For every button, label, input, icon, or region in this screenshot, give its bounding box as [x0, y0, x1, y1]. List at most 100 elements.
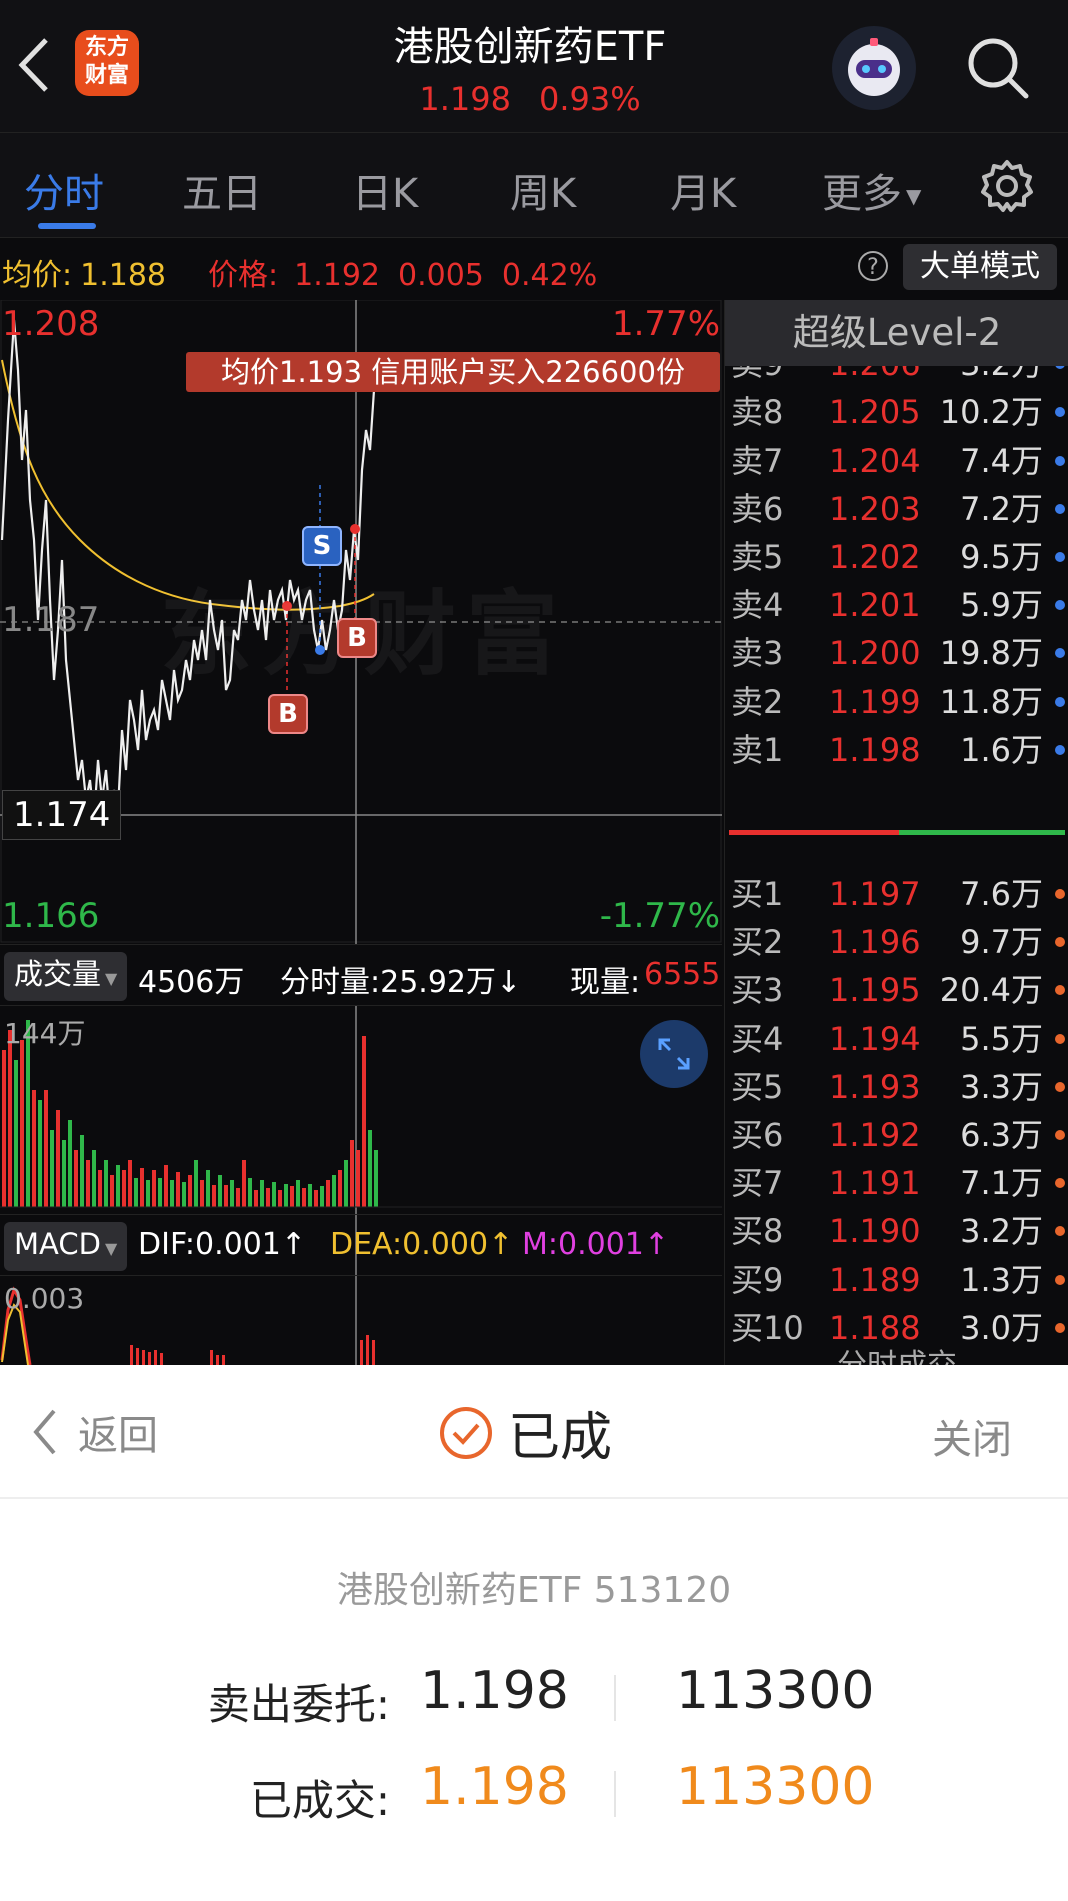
order-dot-icon	[1055, 407, 1065, 418]
bids-row[interactable]: 买4 1.194 5.5万	[725, 1015, 1068, 1063]
sheet-header: 返回 已成 关闭	[0, 1365, 1068, 1499]
big-order-mode-button[interactable]: 大单模式	[903, 244, 1057, 290]
bids-row[interactable]: 买2 1.196 9.7万	[725, 918, 1068, 966]
sheet-back-button[interactable]: 返回	[30, 1403, 158, 1461]
app-header: 东方财富 港股创新药ETF 1.198 0.93%	[0, 0, 1068, 133]
caret-down-icon: ▼	[906, 184, 922, 208]
asks-row[interactable]: 卖5 1.202 9.5万	[725, 533, 1068, 581]
bids-price: 1.190	[829, 1212, 921, 1251]
order-filled-qty: 113300	[676, 1757, 875, 1817]
order-status-sheet: 返回 已成 关闭 港股创新药ETF 513120 卖出委托: 1.198 113…	[0, 1365, 1068, 1901]
order-dot-icon	[1055, 1226, 1065, 1237]
macd-m: M:0.001↑	[522, 1227, 670, 1262]
order-dot-icon	[1055, 744, 1065, 755]
order-filled-price: 1.198	[420, 1757, 569, 1817]
bids-size: 7.6万	[960, 875, 1043, 913]
sell-marker[interactable]: S	[302, 526, 342, 566]
bids-price: 1.193	[829, 1067, 921, 1106]
pct-low-label: -1.77%	[599, 896, 720, 936]
bids-row[interactable]: 买7 1.191 7.1万	[725, 1159, 1068, 1207]
bids-row[interactable]: 买1 1.197 7.6万	[725, 870, 1068, 918]
asks-level: 卖1	[731, 730, 784, 769]
current-price: 1.198	[419, 80, 511, 118]
macd-header: MACD ▼ DIF:0.001↑ DEA:0.000↑ M:0.001↑	[0, 1214, 722, 1276]
order-dot-icon	[1055, 648, 1065, 659]
buy-marker[interactable]: B	[337, 618, 377, 658]
sheet-back-label: 返回	[78, 1413, 158, 1459]
tab-more[interactable]: 更多 ▼	[822, 161, 921, 219]
expand-chart-button[interactable]	[640, 1020, 708, 1088]
caret-down-icon: ▼	[105, 969, 118, 988]
expand-icon	[658, 1038, 690, 1070]
tab-daily-k[interactable]: 日K	[352, 161, 418, 219]
macd-indicator-selector[interactable]: MACD ▼	[4, 1222, 128, 1271]
period-tabs: 分时 五日 日K 周K 月K 更多 ▼	[0, 133, 1068, 238]
tab-weekly-k[interactable]: 周K	[510, 161, 576, 219]
order-entrust-price: 1.198	[420, 1661, 569, 1721]
chevron-left-icon	[33, 1409, 56, 1455]
asks-row[interactable]: 卖7 1.204 7.4万	[725, 437, 1068, 485]
prev-close-label: 1.187	[2, 600, 100, 640]
price-high-label: 1.208	[2, 304, 100, 344]
bids-row[interactable]: 买8 1.190 3.2万	[725, 1207, 1068, 1255]
assistant-robot-avatar[interactable]	[832, 26, 916, 110]
bids-row[interactable]: 买9 1.189 1.3万	[725, 1256, 1068, 1304]
sheet-close-button[interactable]: 关闭	[932, 1407, 1012, 1465]
price-value: 1.192	[294, 258, 380, 293]
check-circle-icon	[440, 1406, 492, 1459]
asks-size: 10.2万	[939, 393, 1043, 432]
asks-price: 1.201	[829, 586, 921, 625]
order-dot-icon	[1055, 1274, 1065, 1285]
book-separator	[729, 830, 1065, 835]
order-dot-icon	[1055, 696, 1065, 707]
asks-row[interactable]: 卖4 1.201 5.9万	[725, 581, 1068, 629]
app-logo[interactable]: 东方财富	[75, 30, 139, 96]
asks-level: 卖5	[731, 538, 784, 576]
trade-tooltip: 均价1.193 信用账户买入226600份	[186, 352, 720, 392]
bids-row[interactable]: 买6 1.192 6.3万	[725, 1111, 1068, 1159]
bids-level: 买3	[731, 971, 784, 1010]
tab-five-day[interactable]: 五日	[182, 161, 262, 219]
help-icon[interactable]: ?	[858, 251, 888, 281]
tab-intraday[interactable]: 分时	[24, 161, 104, 219]
bids-level: 买2	[731, 923, 784, 962]
gear-icon[interactable]	[978, 157, 1036, 215]
asks-size: 7.4万	[960, 441, 1043, 480]
order-status-text: 已成	[508, 1408, 613, 1468]
volume-indicator-selector[interactable]: 成交量 ▼	[4, 952, 128, 1001]
bids-row[interactable]: 买5 1.193 3.3万	[725, 1063, 1068, 1111]
bids-size: 9.7万	[960, 923, 1043, 962]
bids-level: 买4	[731, 1019, 784, 1058]
order-dot-icon	[1055, 937, 1065, 948]
cursor-price-label: 1.174	[2, 790, 122, 840]
avg-price-label: 均价: 1.188	[2, 258, 166, 293]
asks-size: 7.2万	[960, 489, 1043, 528]
asks-size: 5.9万	[960, 586, 1043, 625]
order-filled-label: 已成交:	[249, 1776, 390, 1825]
tab-monthly-k[interactable]: 月K	[670, 161, 736, 219]
order-status: 已成	[438, 1395, 612, 1470]
asks-row[interactable]: 卖3 1.200 19.8万	[725, 629, 1068, 677]
bids-level: 买6	[731, 1116, 784, 1154]
intraday-chart[interactable]: 1.208 1.77% 1.187 1.174 1.166 -1.77% 东方财…	[0, 300, 722, 1365]
asks-row[interactable]: 卖8 1.205 10.2万	[725, 388, 1068, 436]
asks-level: 卖6	[731, 489, 784, 528]
macd-label: MACD	[14, 1227, 101, 1261]
buy-marker[interactable]: B	[268, 694, 308, 734]
order-entrust-qty: 113300	[676, 1661, 875, 1721]
price-summary: 1.198 0.93%	[300, 80, 760, 118]
asks-level: 卖8	[731, 393, 784, 432]
macd-max-label: 0.003	[4, 1282, 85, 1315]
minute-volume: 分时量:25.92万↓	[280, 965, 522, 1000]
asks-row[interactable]: 卖1 1.198 1.6万	[725, 726, 1068, 774]
level2-title[interactable]: 超级Level-2	[725, 300, 1068, 366]
search-icon[interactable]	[962, 32, 1034, 104]
asks-row[interactable]: 卖2 1.199 11.8万	[725, 678, 1068, 726]
price-low-label: 1.166	[2, 896, 100, 936]
bids-row[interactable]: 买3 1.195 20.4万	[725, 966, 1068, 1014]
volume-max-label: 144万	[4, 1017, 86, 1050]
asks-row[interactable]: 卖6 1.203 7.2万	[725, 485, 1068, 533]
back-arrow-icon[interactable]	[14, 30, 54, 100]
current-volume-value: 6555	[644, 957, 721, 992]
bids-price: 1.191	[829, 1164, 921, 1203]
